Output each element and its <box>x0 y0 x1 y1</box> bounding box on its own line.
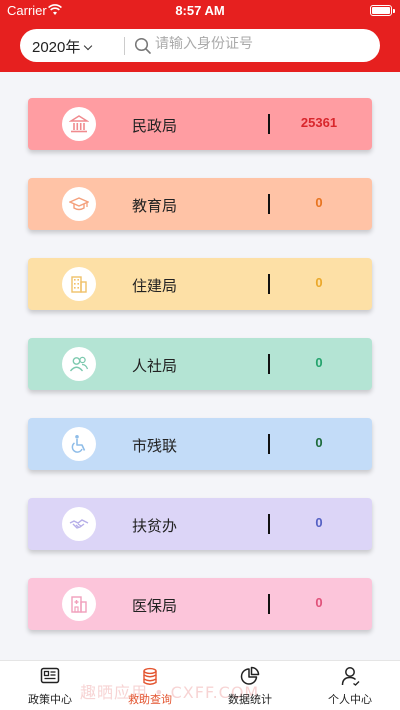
card-separator <box>268 194 270 214</box>
department-name: 住建局 <box>132 277 178 295</box>
department-count: 0 <box>315 275 323 290</box>
card-separator <box>268 434 270 454</box>
bank-icon <box>62 107 96 141</box>
clock: 8:57 AM <box>175 3 225 18</box>
year-select[interactable]: 2020年 <box>32 36 93 57</box>
chevron-down-icon <box>84 41 93 51</box>
card-separator <box>268 514 270 534</box>
tab-label: 个人中心 <box>328 693 372 706</box>
card-separator <box>268 594 270 614</box>
department-card-human-resources[interactable]: 人社局 0 <box>28 338 372 390</box>
policy-icon <box>40 667 60 684</box>
handshake-icon <box>62 507 96 541</box>
department-count: 0 <box>315 515 323 530</box>
department-card-civil-affairs[interactable]: 民政局 25361 <box>28 98 372 150</box>
battery-icon <box>370 5 395 16</box>
user-icon <box>341 667 360 686</box>
card-separator <box>268 114 270 134</box>
year-select-label: 2020年 <box>32 39 81 56</box>
search-bar: 2020年 <box>20 29 380 62</box>
card-separator <box>268 274 270 294</box>
department-name: 扶贫办 <box>132 517 178 535</box>
tab-assistance-query[interactable]: 救助查询 <box>100 661 200 710</box>
department-name: 医保局 <box>132 597 178 615</box>
tab-policy-center[interactable]: 政策中心 <box>0 661 100 710</box>
department-card-poverty-alleviation[interactable]: 扶贫办 0 <box>28 498 372 550</box>
tab-label: 救助查询 <box>128 693 172 706</box>
pie-chart-icon <box>240 666 260 685</box>
department-card-education[interactable]: 教育局 0 <box>28 178 372 230</box>
status-bar: Carrier 8:57 AM <box>0 0 400 22</box>
department-count: 25361 <box>300 115 338 130</box>
building-icon <box>62 267 96 301</box>
search-icon <box>134 37 151 54</box>
tab-bar: 趣晒应用 • CXFF.COM 政策中心 救助查询 数据统计 个人中心 <box>0 660 400 710</box>
hospital-icon <box>62 587 96 621</box>
department-name: 人社局 <box>132 357 178 375</box>
tab-data-statistics[interactable]: 数据统计 <box>200 661 300 710</box>
search-input[interactable] <box>155 36 375 52</box>
department-count: 0 <box>315 595 323 610</box>
tab-label: 数据统计 <box>228 693 272 706</box>
department-name: 教育局 <box>132 197 178 215</box>
coins-icon <box>143 667 157 685</box>
app-header: Carrier 8:57 AM 2020年 <box>0 0 400 72</box>
tab-label: 政策中心 <box>28 693 72 706</box>
department-name: 民政局 <box>132 117 178 135</box>
card-separator <box>268 354 270 374</box>
tab-personal-center[interactable]: 个人中心 <box>300 661 400 710</box>
wheelchair-icon <box>62 427 96 461</box>
department-count: 0 <box>315 355 323 370</box>
search-divider <box>124 37 125 55</box>
department-name: 市残联 <box>132 437 178 455</box>
department-count: 0 <box>315 435 323 450</box>
people-icon <box>62 347 96 381</box>
department-card-housing[interactable]: 住建局 0 <box>28 258 372 310</box>
department-card-medical-insurance[interactable]: 医保局 0 <box>28 578 372 630</box>
graduation-cap-icon <box>62 187 96 221</box>
department-count: 0 <box>315 195 323 210</box>
department-card-disabled-federation[interactable]: 市残联 0 <box>28 418 372 470</box>
